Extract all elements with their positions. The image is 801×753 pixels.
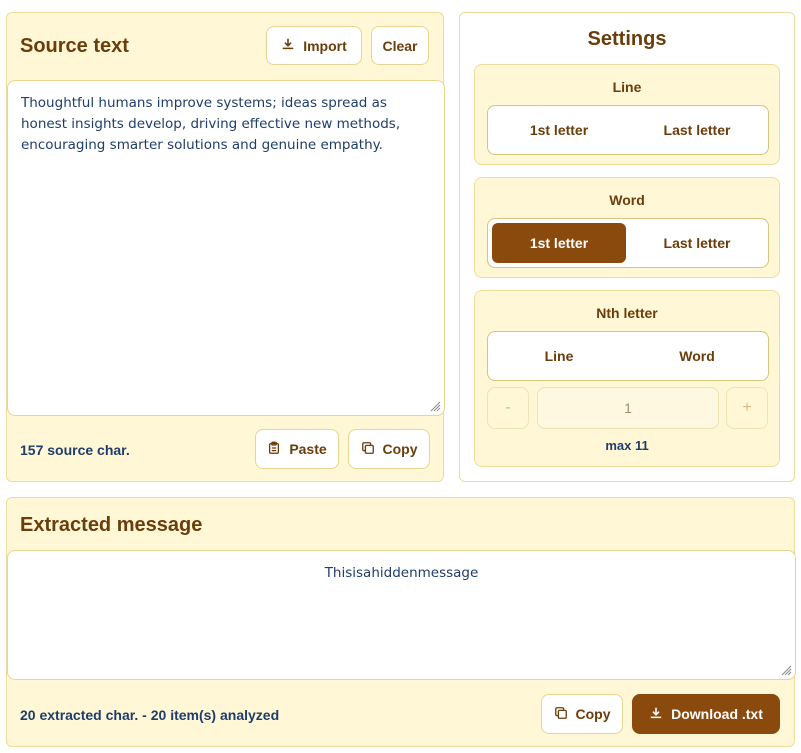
minus-icon: - [505, 399, 511, 416]
copy-icon [554, 706, 568, 723]
download-icon [281, 37, 295, 54]
line-segmented-control: 1st letter Last letter [487, 105, 769, 155]
nth-max-label: max 11 [605, 438, 649, 453]
extracted-message-output[interactable]: Thisisahiddenmessage [7, 550, 796, 680]
word-group: Word 1st letter Last letter [474, 177, 780, 278]
copy-extracted-button-label: Copy [575, 706, 611, 722]
line-last-letter-option[interactable]: Last letter [630, 110, 764, 150]
word-first-letter-option[interactable]: 1st letter [492, 223, 626, 263]
paste-button-label: Paste [289, 441, 327, 457]
copy-source-button-label: Copy [382, 441, 418, 457]
clear-button[interactable]: Clear [371, 26, 429, 65]
source-text-panel: Source text Import Clear Thoughtful huma… [6, 12, 445, 482]
copy-source-button[interactable]: Copy [348, 429, 430, 469]
import-button-label: Import [303, 37, 347, 54]
word-last-letter-option[interactable]: Last letter [630, 223, 764, 263]
line-group: Line 1st letter Last letter [474, 64, 780, 165]
clear-button-label: Clear [382, 37, 418, 54]
resize-grip-icon[interactable] [430, 401, 441, 412]
extracted-char-count: 20 extracted char. - 20 item(s) analyzed [20, 707, 280, 723]
source-text-title: Source text [20, 35, 129, 57]
nth-segmented-control: Line Word [487, 331, 769, 381]
extracted-message-panel: Extracted message Thisisahiddenmessage 2… [6, 497, 796, 747]
copy-icon [361, 441, 375, 458]
nth-value-input[interactable]: 1 [537, 387, 719, 429]
source-text-content: Thoughtful humans improve systems; ideas… [21, 95, 401, 153]
nth-line-option[interactable]: Line [492, 336, 626, 376]
decrement-button[interactable]: - [487, 387, 529, 429]
paste-button[interactable]: Paste [255, 429, 339, 469]
resize-grip-icon[interactable] [781, 665, 792, 676]
settings-title: Settings [587, 28, 667, 50]
increment-button[interactable]: + [726, 387, 768, 429]
nth-letter-group-label: Nth letter [596, 305, 658, 321]
word-group-label: Word [609, 192, 645, 208]
download-txt-button-label: Download .txt [671, 706, 763, 722]
source-char-count: 157 source char. [20, 442, 130, 458]
line-group-label: Line [612, 79, 642, 95]
clipboard-icon [267, 441, 281, 458]
plus-icon: + [742, 399, 752, 416]
extracted-message-title: Extracted message [20, 514, 203, 536]
copy-extracted-button[interactable]: Copy [541, 694, 623, 734]
word-segmented-control: 1st letter Last letter [487, 218, 769, 268]
source-text-input[interactable]: Thoughtful humans improve systems; ideas… [7, 80, 445, 416]
download-icon [649, 706, 663, 723]
nth-value: 1 [624, 400, 632, 416]
nth-word-option[interactable]: Word [630, 336, 764, 376]
import-button[interactable]: Import [266, 26, 362, 65]
extracted-message-content: Thisisahiddenmessage [324, 565, 479, 581]
download-txt-button[interactable]: Download .txt [632, 694, 780, 734]
line-first-letter-option[interactable]: 1st letter [492, 110, 626, 150]
